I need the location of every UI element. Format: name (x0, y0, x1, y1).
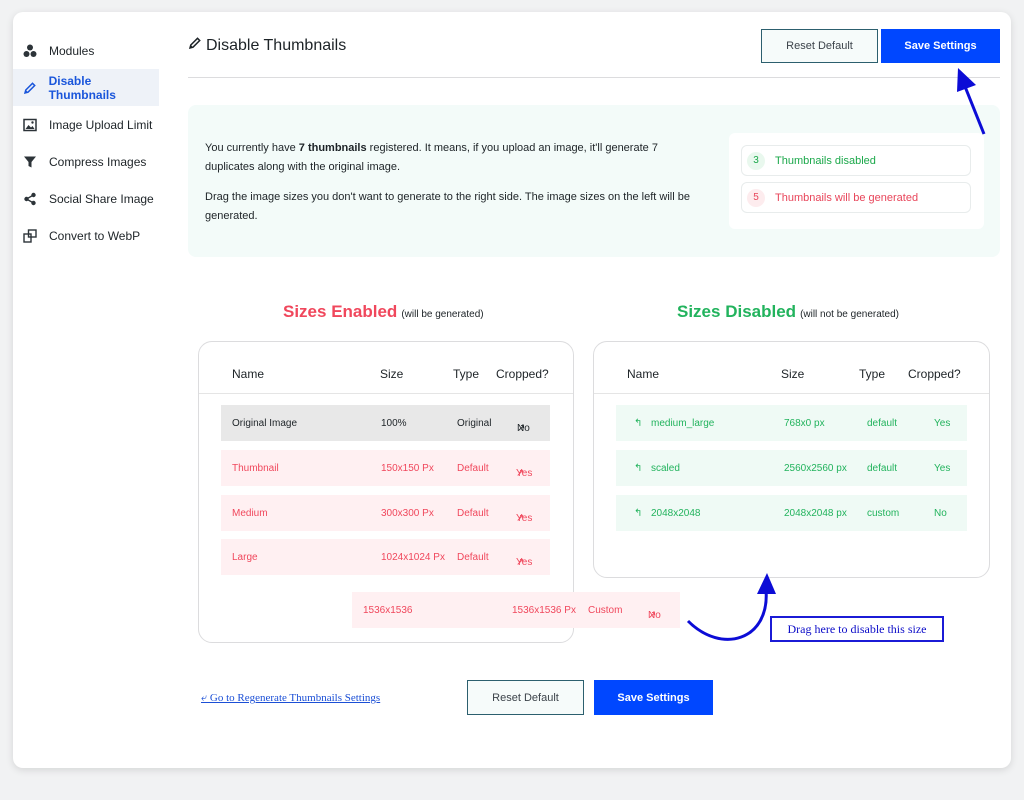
pencil-icon (22, 80, 38, 96)
table-row[interactable]: Original Image 100% Original No ↗ (221, 405, 550, 441)
sidebar-item-label: Modules (49, 43, 95, 58)
row-name: medium_large (651, 417, 715, 429)
sizes-disabled-title: Sizes Disabled (will not be generated) (677, 302, 900, 321)
table-row[interactable]: Medium 300x300 Px Default Yes ↗ (221, 495, 550, 531)
sidebar-item-label: Disable Thumbnails (48, 73, 116, 102)
generated-count-label: Thumbnails will be generated (775, 191, 919, 204)
sidebar-item-label: Convert to WebP (49, 228, 141, 243)
sidebar-item-label: Compress Images (49, 154, 147, 169)
row-size: 300x300 Px (381, 507, 434, 519)
convert-icon (22, 228, 38, 244)
table-row[interactable]: ↰ scaled 2560x2560 px default Yes (616, 450, 967, 486)
table-row[interactable]: ↰ medium_large 768x0 px default Yes (616, 405, 967, 441)
modules-icon (22, 43, 38, 59)
page-title-text: Disable Thumbnails (206, 36, 347, 54)
sidebar-item-label: Image Upload Limit (49, 117, 153, 132)
row-name: Large (232, 551, 258, 563)
table-header: Name Size Type Cropped? (594, 342, 989, 394)
row-size: 100% (381, 417, 407, 429)
row-name: Original Image (232, 417, 298, 429)
restore-arrow-icon[interactable]: ↰ (634, 508, 642, 519)
row-name: Thumbnail (232, 462, 279, 474)
sidebar-item-image-upload-limit[interactable]: Image Upload Limit (13, 106, 159, 143)
row-size: 2048x2048 px (784, 507, 847, 519)
thumbnail-counts: 3 Thumbnails disabled 5 Thumbnails will … (729, 133, 984, 229)
sidebar-item-convert-to-webp[interactable]: Convert to WebP (13, 217, 159, 254)
info-drag-instruction-text: Drag the image sizes you don't want to g… (205, 191, 690, 222)
sidebar-item-social-share-image[interactable]: Social Share Image (13, 180, 159, 217)
share-icon (22, 191, 38, 207)
row-name: scaled (651, 462, 680, 474)
sidebar-item-label: Social Share Image (49, 191, 154, 206)
sizes-enabled-title: Sizes Enabled (will be generated) (283, 302, 484, 321)
reset-default-button[interactable]: Reset Default (761, 29, 878, 63)
pencil-icon (188, 36, 206, 55)
row-type: Default (457, 551, 489, 563)
column-header-size: Size (380, 367, 404, 381)
sidebar: Modules Disable Thumbnails Image Upload … (13, 32, 159, 254)
row-type: default (867, 462, 898, 474)
move-arrow-icon[interactable]: ↗ (516, 468, 524, 479)
column-header-type: Type (453, 367, 480, 381)
disabled-count-badge: 3 Thumbnails disabled (741, 145, 971, 176)
column-header-name: Name (627, 367, 660, 381)
row-type: default (867, 417, 898, 429)
row-type: Original (457, 417, 492, 429)
row-name: Medium (232, 507, 268, 519)
move-arrow-icon[interactable]: ↗ (517, 423, 525, 434)
restore-arrow-icon[interactable]: ↰ (634, 463, 642, 474)
header-divider (188, 77, 1000, 78)
row-size: 1536x1536 Px (512, 604, 576, 616)
table-row[interactable]: Thumbnail 150x150 Px Default Yes ↗ (221, 450, 550, 486)
page-title: Disable Thumbnails (188, 36, 346, 55)
table-row[interactable]: Large 1024x1024 Px Default Yes ↗ (221, 539, 550, 575)
sidebar-item-disable-thumbnails[interactable]: Disable Thumbnails (13, 69, 159, 106)
row-type: Default (457, 462, 489, 474)
table-row[interactable]: ↰ 2048x2048 2048x2048 px custom No (616, 495, 967, 531)
column-header-name: Name (232, 367, 265, 381)
row-cropped: Yes (934, 462, 951, 474)
row-size: 150x150 Px (381, 462, 434, 474)
disabled-count-number: 3 (747, 151, 765, 170)
move-arrow-icon[interactable]: ↗ (648, 610, 656, 621)
row-type: custom (867, 507, 900, 519)
row-size: 768x0 px (784, 417, 825, 429)
column-header-cropped: Cropped? (496, 367, 549, 381)
dragging-row[interactable]: 1536x1536 1536x1536 Px Custom No ↗ (352, 592, 680, 628)
footer-save-settings-button[interactable]: Save Settings (594, 680, 713, 715)
table-header: Name Size Type Cropped? (199, 342, 573, 394)
column-header-type: Type (859, 367, 886, 381)
row-size: 1024x1024 Px (381, 551, 445, 563)
sizes-disabled-table: Name Size Type Cropped? ↰ medium_large 7… (593, 341, 990, 578)
footer-reset-default-button[interactable]: Reset Default (467, 680, 584, 715)
move-arrow-icon[interactable]: ↗ (516, 557, 524, 568)
restore-arrow-icon[interactable]: ↰ (634, 418, 642, 429)
info-box: You currently have 7 thumbnails register… (188, 105, 1000, 257)
generated-count-number: 5 (747, 188, 765, 207)
row-name: 2048x2048 (651, 507, 701, 519)
row-cropped: No (934, 507, 947, 519)
drag-hint-label: Drag here to disable this size (770, 616, 944, 642)
funnel-icon (22, 154, 38, 170)
column-header-size: Size (781, 367, 805, 381)
disabled-count-label: Thumbnails disabled (775, 154, 876, 167)
move-arrow-icon[interactable]: ↗ (516, 513, 524, 524)
image-icon (22, 117, 38, 133)
info-thumbnail-count-text: You currently have 7 thumbnails register… (205, 142, 658, 173)
row-size: 2560x2560 px (784, 462, 847, 474)
save-settings-button[interactable]: Save Settings (881, 29, 1000, 63)
settings-card: Modules Disable Thumbnails Image Upload … (13, 12, 1011, 768)
sidebar-item-compress-images[interactable]: Compress Images (13, 143, 159, 180)
row-cropped: Yes (934, 417, 951, 429)
row-type: Custom (588, 604, 623, 616)
column-header-cropped: Cropped? (908, 367, 961, 381)
regenerate-thumbnails-link[interactable]: ⤶ Go to Regenerate Thumbnails Settings (201, 692, 380, 705)
row-name: 1536x1536 (363, 604, 413, 616)
generated-count-badge: 5 Thumbnails will be generated (741, 182, 971, 213)
sidebar-item-modules[interactable]: Modules (13, 32, 159, 69)
row-type: Default (457, 507, 489, 519)
